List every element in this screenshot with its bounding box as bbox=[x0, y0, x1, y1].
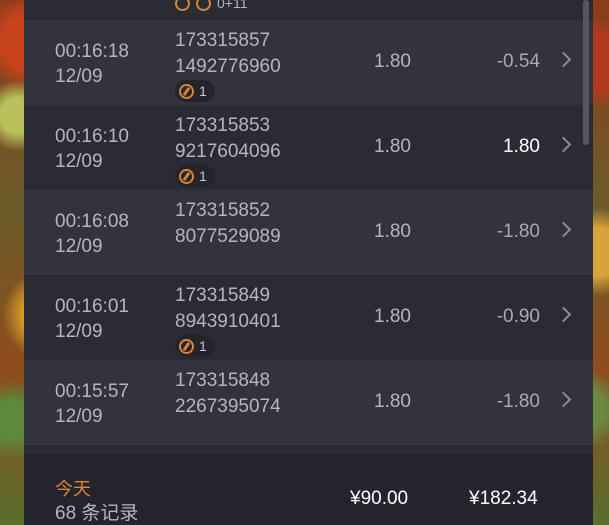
order-id: 173315853 9217604096 bbox=[175, 113, 281, 165]
odds-value: 1.80 bbox=[374, 136, 411, 157]
chevron-right-icon[interactable] bbox=[555, 306, 572, 323]
order-id-line1: 173315848 bbox=[175, 370, 271, 391]
order-id-line1: 173315853 bbox=[175, 115, 271, 136]
chevron-right-icon[interactable] bbox=[555, 136, 572, 153]
time-value: 00:15:57 bbox=[55, 381, 129, 402]
table-row[interactable]: 00:16:01 12/09 173315849 8943910401 1 1.… bbox=[24, 275, 593, 360]
order-id-line1: 173315849 bbox=[175, 285, 271, 306]
bet-icon bbox=[196, 0, 211, 11]
odds-value: 1.80 bbox=[374, 221, 411, 242]
bet-icon bbox=[179, 83, 194, 99]
bet-icon bbox=[179, 338, 194, 354]
time-value: 00:16:10 bbox=[55, 126, 129, 147]
date-value: 12/09 bbox=[55, 66, 103, 87]
odds-value: 1.80 bbox=[374, 51, 411, 72]
row-time: 00:16:10 12/09 bbox=[55, 124, 129, 174]
refresh-icon bbox=[175, 0, 190, 11]
chevron-right-icon[interactable] bbox=[555, 51, 572, 68]
win-value: 1.80 bbox=[503, 136, 540, 157]
table-row[interactable]: 00:15:57 12/09 173315848 2267395074 1.80… bbox=[24, 360, 593, 445]
order-id-line1: 173315857 bbox=[175, 30, 271, 51]
win-value: -0.90 bbox=[496, 306, 540, 327]
order-id: 173315857 1492776960 bbox=[175, 28, 281, 80]
win-value: -1.80 bbox=[496, 221, 540, 242]
odds-value: 1.80 bbox=[374, 306, 411, 327]
win-value: -0.54 bbox=[496, 51, 540, 72]
row-time: 00:16:01 12/09 bbox=[55, 294, 129, 344]
table-row[interactable]: 00:16:18 12/09 173315857 1492776960 1 1.… bbox=[24, 20, 593, 105]
total-win: ¥182.34 bbox=[469, 488, 538, 509]
chevron-right-icon[interactable] bbox=[555, 221, 572, 238]
order-id-line2: 9217604096 bbox=[175, 141, 281, 162]
time-value: 00:16:08 bbox=[55, 211, 129, 232]
chevron-right-icon[interactable] bbox=[555, 391, 572, 408]
order-id-line1: 173315852 bbox=[175, 200, 271, 221]
summary-footer: 今天 68 条记录 ¥90.00 ¥182.34 bbox=[24, 455, 593, 525]
order-id-line2: 2267395074 bbox=[175, 396, 281, 417]
order-id: 173315848 2267395074 bbox=[175, 368, 281, 420]
row-time: 00:16:08 12/09 bbox=[55, 209, 129, 259]
time-value: 00:16:18 bbox=[55, 41, 129, 62]
badge-count: 1 bbox=[199, 168, 207, 184]
date-value: 12/09 bbox=[55, 406, 103, 427]
badge-count: 1 bbox=[199, 338, 207, 354]
order-id-line2: 1492776960 bbox=[175, 56, 281, 77]
date-value: 12/09 bbox=[55, 151, 103, 172]
total-bet: ¥90.00 bbox=[350, 488, 409, 509]
partial-top-badge: 0+11 bbox=[175, 0, 248, 14]
record-count: 68 条记录 bbox=[55, 503, 139, 524]
time-value: 00:16:01 bbox=[55, 296, 129, 317]
order-id-line2: 8077529089 bbox=[175, 226, 281, 247]
bet-count-badge: 1 bbox=[175, 165, 215, 187]
bet-count-badge: 1 bbox=[175, 80, 215, 102]
date-value: 12/09 bbox=[55, 236, 103, 257]
badge-count: 1 bbox=[199, 83, 207, 99]
order-id: 173315849 8943910401 bbox=[175, 283, 281, 335]
odds-value: 1.80 bbox=[374, 391, 411, 412]
order-id: 173315852 8077529089 bbox=[175, 198, 281, 250]
row-time: 00:15:57 12/09 bbox=[55, 379, 129, 429]
row-time: 00:16:18 12/09 bbox=[55, 39, 129, 89]
badge-text: 0+11 bbox=[217, 0, 248, 11]
bet-icon bbox=[179, 168, 194, 184]
table-row[interactable]: 00:16:08 12/09 173315852 8077529089 1.80… bbox=[24, 190, 593, 275]
bet-count-badge: 1 bbox=[175, 335, 215, 357]
order-id-line2: 8943910401 bbox=[175, 311, 281, 332]
win-value: -1.80 bbox=[496, 391, 540, 412]
bet-history-panel: 0+11 00:16:18 12/09 173315857 1492776960… bbox=[24, 0, 593, 525]
scrollbar[interactable] bbox=[583, 0, 589, 145]
date-value: 12/09 bbox=[55, 321, 103, 342]
table-row[interactable]: 00:16:10 12/09 173315853 9217604096 1 1.… bbox=[24, 105, 593, 190]
